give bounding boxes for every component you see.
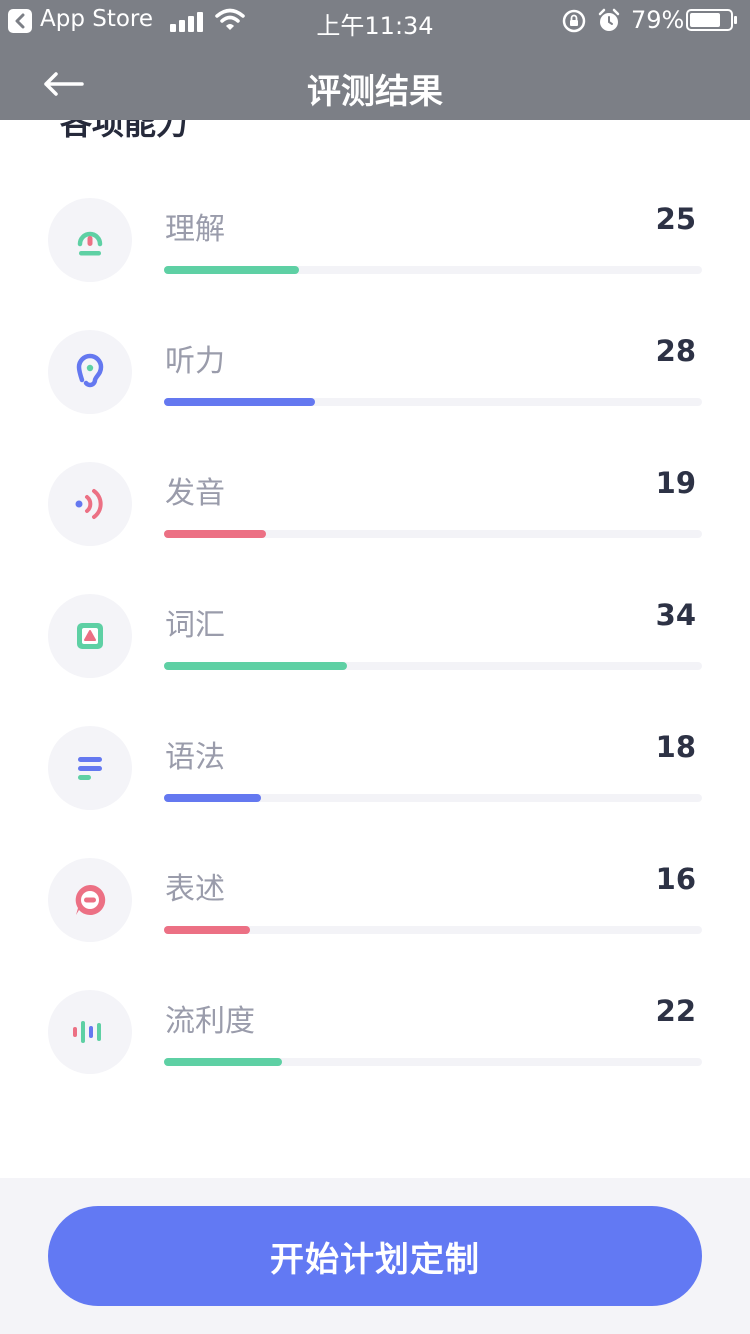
progress-fill: [164, 530, 267, 538]
page-title: 评测结果: [307, 72, 443, 112]
start-plan-button[interactable]: 开始计划定制: [48, 1206, 702, 1306]
footer: 开始计划定制: [0, 1178, 750, 1334]
lines-icon: [48, 726, 132, 810]
ability-score: 19: [655, 466, 696, 500]
ability-row-expression: 表述 16: [0, 858, 750, 990]
ability-label: 表述: [165, 872, 225, 907]
alarm-icon: [597, 8, 621, 40]
ear-icon: [48, 330, 132, 414]
ability-label: 词汇: [165, 608, 225, 643]
rotation-lock-icon: [561, 8, 587, 40]
ability-row-grammar: 语法 18: [0, 726, 750, 858]
ability-score: 16: [655, 862, 696, 896]
progress-track: [164, 1058, 702, 1066]
comprehension-icon: [48, 198, 132, 282]
speech-bubble-icon: [48, 858, 132, 942]
progress-track: [164, 926, 702, 934]
ability-label: 发音: [165, 476, 225, 511]
progress-track: [164, 530, 702, 538]
ability-label: 语法: [165, 740, 225, 775]
vocabulary-card-icon: [48, 594, 132, 678]
ability-list: 理解 25 听力 28 发音 19 词汇 34 语法 18 表述 16 流利度 …: [0, 198, 750, 1122]
progress-track: [164, 662, 702, 670]
ability-score: 18: [655, 730, 696, 764]
ability-row-fluency: 流利度 22: [0, 990, 750, 1122]
ability-label: 听力: [165, 344, 225, 379]
battery-percentage: 79%: [631, 6, 685, 34]
progress-fill: [164, 266, 299, 274]
ability-row-vocabulary: 词汇 34: [0, 594, 750, 726]
progress-fill: [164, 398, 315, 406]
sound-wave-icon: [48, 462, 132, 546]
ability-label: 理解: [165, 212, 225, 247]
progress-fill: [164, 794, 261, 802]
status-bar: App Store 上午11:34 79%: [0, 0, 750, 42]
ability-row-listening: 听力 28: [0, 330, 750, 462]
ability-row-comprehension: 理解 25: [0, 198, 750, 330]
ability-score: 22: [655, 994, 696, 1028]
ability-score: 28: [655, 334, 696, 368]
battery-icon: [686, 9, 737, 31]
progress-track: [164, 794, 702, 802]
ability-label: 流利度: [165, 1004, 255, 1039]
progress-fill: [164, 926, 251, 934]
progress-fill: [164, 1058, 283, 1066]
progress-track: [164, 266, 702, 274]
audio-bars-icon: [48, 990, 132, 1074]
ability-score: 25: [655, 202, 696, 236]
top-bar: App Store 上午11:34 79% 评测结果: [0, 0, 750, 120]
progress-fill: [164, 662, 347, 670]
progress-track: [164, 398, 702, 406]
ability-row-pronunciation: 发音 19: [0, 462, 750, 594]
ability-score: 34: [655, 598, 696, 632]
